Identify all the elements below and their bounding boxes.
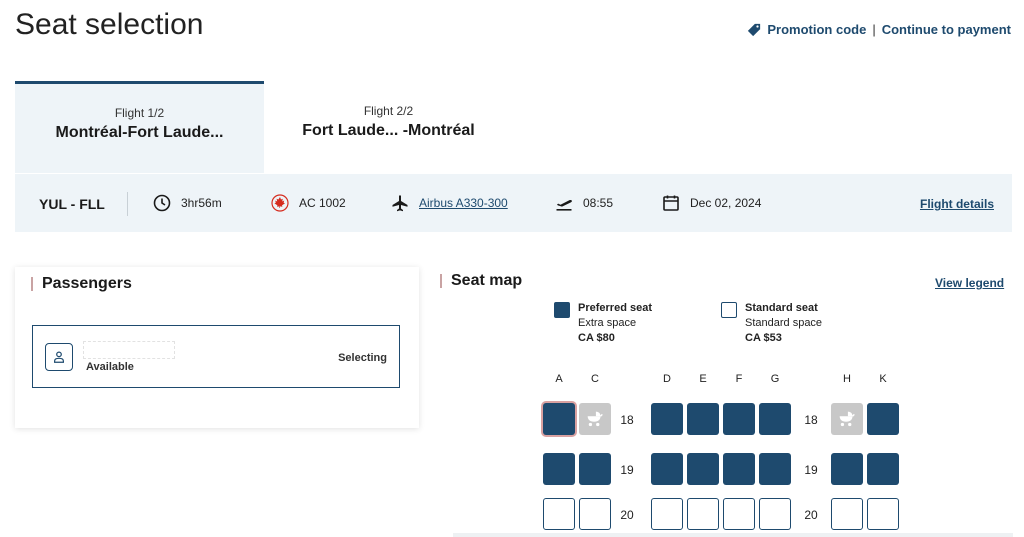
row-number-20-right: 20 — [804, 508, 818, 522]
seat-19g[interactable] — [759, 453, 791, 485]
column-header-h: H — [843, 373, 851, 385]
maple-leaf-icon — [271, 194, 289, 212]
tab-flight-1-sub: Flight 1/2 — [114, 106, 165, 120]
date-info: Dec 02, 2024 — [662, 194, 761, 212]
flight-date: Dec 02, 2024 — [690, 196, 762, 210]
flight-info-bar: YUL - FLL 3hr56m AC 1002 Airbus A330-300… — [15, 174, 1012, 232]
view-legend-link[interactable]: View legend — [935, 276, 1004, 290]
column-header-d: D — [663, 373, 671, 385]
passengers-title: Passengers — [31, 276, 132, 292]
row-number-19-right: 19 — [804, 463, 818, 477]
continue-to-payment-link[interactable]: Continue to payment — [882, 22, 1011, 37]
seat-20c[interactable] — [579, 498, 611, 530]
seat-18k[interactable] — [867, 403, 899, 435]
column-header-c: C — [591, 373, 599, 385]
aircraft-link[interactable]: Airbus A330-300 — [419, 196, 508, 210]
seat-19k[interactable] — [867, 453, 899, 485]
legend-preferred-price: CA $80 — [578, 332, 615, 344]
route-code: YUL - FLL — [39, 196, 105, 212]
standard-seat-swatch — [721, 302, 737, 318]
flight-number-info: AC 1002 — [271, 194, 346, 212]
calendar-icon — [663, 195, 679, 211]
promotion-code-link[interactable]: Promotion code — [767, 22, 866, 37]
seat-20f[interactable] — [723, 498, 755, 530]
legend-standard-price: CA $53 — [745, 332, 782, 344]
legend-preferred: Preferred seat Extra space CA $80 — [554, 301, 652, 346]
flight-details-link[interactable]: Flight details — [920, 197, 994, 211]
seat-20d[interactable] — [651, 498, 683, 530]
top-links: Promotion code | Continue to payment — [747, 22, 1011, 37]
takeoff-icon — [556, 200, 572, 211]
seat-19f[interactable] — [723, 453, 755, 485]
seat-19d[interactable] — [651, 453, 683, 485]
seat-20g[interactable] — [759, 498, 791, 530]
seat-20k[interactable] — [867, 498, 899, 530]
seat-19a[interactable] — [543, 453, 575, 485]
seat-18g[interactable] — [759, 403, 791, 435]
duration-text: 3hr56m — [181, 196, 222, 210]
preferred-seat-swatch — [554, 302, 570, 318]
tab-flight-1-route: Montréal-Fort Laude... — [55, 124, 224, 141]
passenger-name — [83, 341, 175, 359]
passenger-action: Selecting — [338, 352, 387, 364]
passengers-panel: Passengers Available Selecting — [15, 267, 419, 428]
legend-standard-desc: Standard space — [745, 317, 823, 329]
seat-19c[interactable] — [579, 453, 611, 485]
seat-20a[interactable] — [543, 498, 575, 530]
seat-19e[interactable] — [687, 453, 719, 485]
column-header-g: G — [770, 373, 780, 385]
seat-19h[interactable] — [831, 453, 863, 485]
legend-preferred-desc: Extra space — [578, 317, 637, 329]
tab-flight-2-sub: Flight 2/2 — [363, 104, 414, 118]
departure-info: 08:55 — [555, 194, 613, 212]
legend-standard: Standard seat Standard space CA $53 — [721, 301, 822, 346]
tag-icon — [748, 23, 761, 36]
column-header-a: A — [555, 373, 563, 385]
passenger-status: Available — [86, 361, 134, 373]
seat-18d[interactable] — [651, 403, 683, 435]
seat-map-title: Seat map — [440, 273, 522, 289]
person-icon — [45, 343, 73, 371]
seat-20e[interactable] — [687, 498, 719, 530]
seat-20h[interactable] — [831, 498, 863, 530]
page-title: Seat selection — [15, 8, 204, 41]
tab-flight-2[interactable]: Flight 2/2 Fort Laude... -Montréal — [264, 81, 513, 173]
seat-18f[interactable] — [723, 403, 755, 435]
row-number-19-left: 19 — [620, 463, 634, 477]
seat-18e[interactable] — [687, 403, 719, 435]
bassinet-icon — [579, 403, 611, 435]
plane-icon — [392, 195, 408, 212]
passenger-card[interactable]: Available Selecting — [32, 325, 400, 388]
legend-standard-name: Standard seat — [745, 302, 818, 314]
duration-info: 3hr56m — [153, 194, 222, 212]
seat-18a[interactable] — [543, 403, 575, 435]
flight-number-text: AC 1002 — [299, 196, 346, 210]
tab-flight-1[interactable]: Flight 1/2 Montréal-Fort Laude... — [15, 81, 264, 173]
seat-map-bottom-edge — [453, 533, 1013, 537]
legend-preferred-name: Preferred seat — [578, 302, 652, 314]
departure-time: 08:55 — [583, 196, 614, 210]
link-separator: | — [872, 22, 876, 37]
clock-icon — [153, 194, 171, 212]
row-number-20-left: 20 — [620, 508, 634, 522]
column-header-f: F — [735, 373, 743, 385]
row-number-18-right: 18 — [804, 413, 818, 427]
tab-flight-2-route: Fort Laude... -Montréal — [302, 122, 475, 139]
row-number-18-left: 18 — [620, 413, 634, 427]
column-header-e: E — [699, 373, 707, 385]
info-divider — [127, 192, 128, 216]
column-header-k: K — [879, 373, 887, 385]
bassinet-icon — [831, 403, 863, 435]
aircraft-info: Airbus A330-300 — [391, 194, 508, 212]
